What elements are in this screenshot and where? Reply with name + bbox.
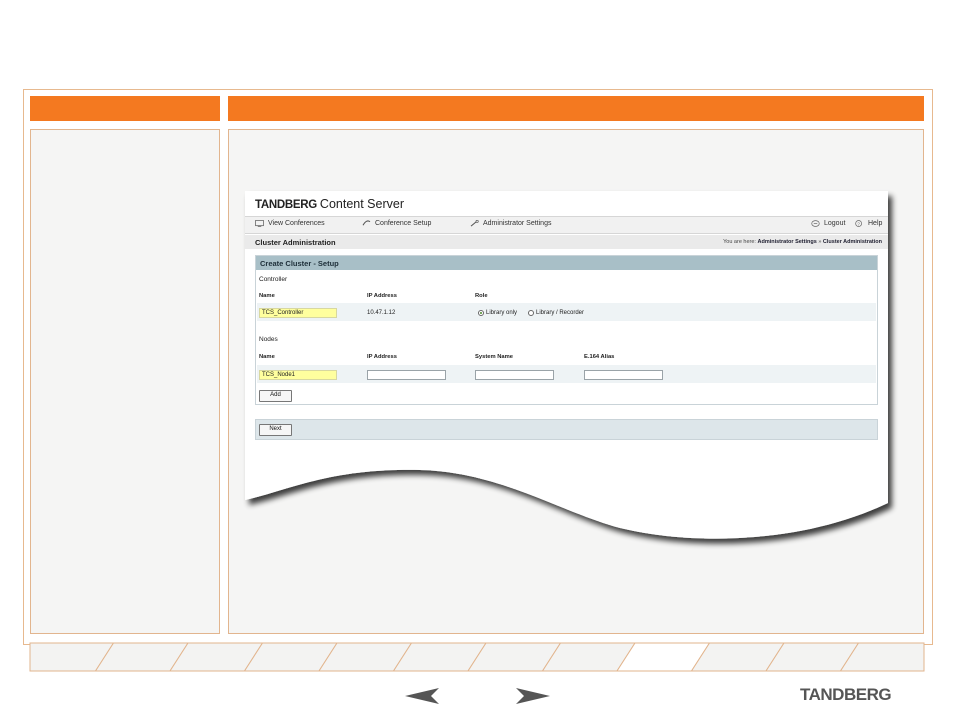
brand-logo: TANDBERG Content Server bbox=[255, 197, 404, 211]
previous-page-arrow-icon[interactable] bbox=[405, 688, 439, 704]
node-row bbox=[257, 365, 876, 383]
brand-logo-bold: TANDBERG bbox=[255, 199, 317, 211]
nav-view-conferences-label: View Conferences bbox=[268, 220, 325, 227]
logout-label: Logout bbox=[824, 220, 846, 227]
node-ip-header: IP Address bbox=[367, 354, 397, 360]
next-button[interactable]: Next bbox=[259, 424, 292, 436]
help-link[interactable]: ? Help bbox=[855, 220, 882, 227]
wrench-icon bbox=[470, 220, 479, 227]
node-system-header: System Name bbox=[475, 354, 514, 360]
nav-view-conferences[interactable]: View Conferences bbox=[255, 220, 325, 227]
breadcrumb-cluster-admin: Cluster Administration bbox=[822, 239, 882, 245]
radio-unselected-icon bbox=[528, 310, 534, 316]
node-alias-header: E.164 Alias bbox=[584, 354, 615, 360]
node-name-field[interactable]: TCS_Node1 bbox=[259, 370, 337, 380]
logout-link[interactable]: Logout bbox=[811, 220, 845, 227]
nodes-section-title: Nodes bbox=[259, 336, 278, 343]
node-system-name-field[interactable] bbox=[475, 370, 554, 380]
controller-ip-header: IP Address bbox=[367, 293, 397, 299]
add-node-button[interactable]: Add bbox=[259, 390, 292, 402]
node-name-header: Name bbox=[259, 354, 275, 360]
role-library-recorder-label: Library / Recorder bbox=[536, 310, 585, 316]
node-ip-field[interactable] bbox=[367, 370, 446, 380]
brand-logo-text: Content Server bbox=[319, 197, 404, 211]
form-footer-bar: Next bbox=[255, 419, 878, 440]
node-alias-field[interactable] bbox=[584, 370, 663, 380]
monitor-icon bbox=[255, 220, 264, 227]
nav-administrator-settings[interactable]: Administrator Settings bbox=[470, 220, 551, 227]
next-page-arrow-icon[interactable] bbox=[516, 688, 550, 704]
nav-conference-setup-label: Conference Setup bbox=[375, 220, 432, 227]
role-library-only-radio[interactable]: Library only bbox=[478, 310, 517, 316]
breadcrumb: You are here: Administrator Settings » C… bbox=[723, 239, 882, 245]
help-icon: ? bbox=[855, 220, 862, 227]
content-server-screenshot: TANDBERG Content Server View Conferences … bbox=[245, 191, 888, 491]
nav-conference-setup[interactable]: Conference Setup bbox=[362, 220, 431, 227]
footer-logo: TANDBERG bbox=[800, 685, 892, 704]
controller-role-header: Role bbox=[475, 293, 488, 299]
phone-icon bbox=[362, 220, 371, 226]
radio-selected-icon bbox=[478, 310, 484, 316]
help-label: Help bbox=[868, 220, 883, 227]
controller-name-header: Name bbox=[259, 293, 275, 299]
controller-name-field[interactable]: TCS_Controller bbox=[259, 308, 337, 318]
role-library-only-label: Library only bbox=[486, 310, 518, 316]
page-title-bar: Cluster Administration You are here: Adm… bbox=[245, 235, 888, 249]
breadcrumb-prefix: You are here: bbox=[723, 239, 756, 245]
breadcrumb-admin-settings[interactable]: Administrator Settings bbox=[757, 239, 816, 245]
breadcrumb-separator: » bbox=[818, 239, 822, 245]
controller-section-title: Controller bbox=[259, 276, 288, 283]
form-header-title: Create Cluster - Setup bbox=[260, 259, 339, 268]
logout-icon bbox=[811, 220, 820, 227]
page-title: Cluster Administration bbox=[255, 238, 336, 247]
nav-administrator-settings-label: Administrator Settings bbox=[483, 220, 552, 227]
main-nav-bar: View Conferences Conference Setup Admini… bbox=[245, 216, 888, 234]
role-library-recorder-radio[interactable]: Library / Recorder bbox=[528, 310, 584, 316]
form-header: Create Cluster - Setup bbox=[256, 256, 877, 270]
svg-text:?: ? bbox=[857, 221, 860, 226]
controller-ip-value: 10.47.1.12 bbox=[367, 310, 396, 316]
create-cluster-form: Create Cluster - Setup Controller Name I… bbox=[255, 255, 878, 405]
